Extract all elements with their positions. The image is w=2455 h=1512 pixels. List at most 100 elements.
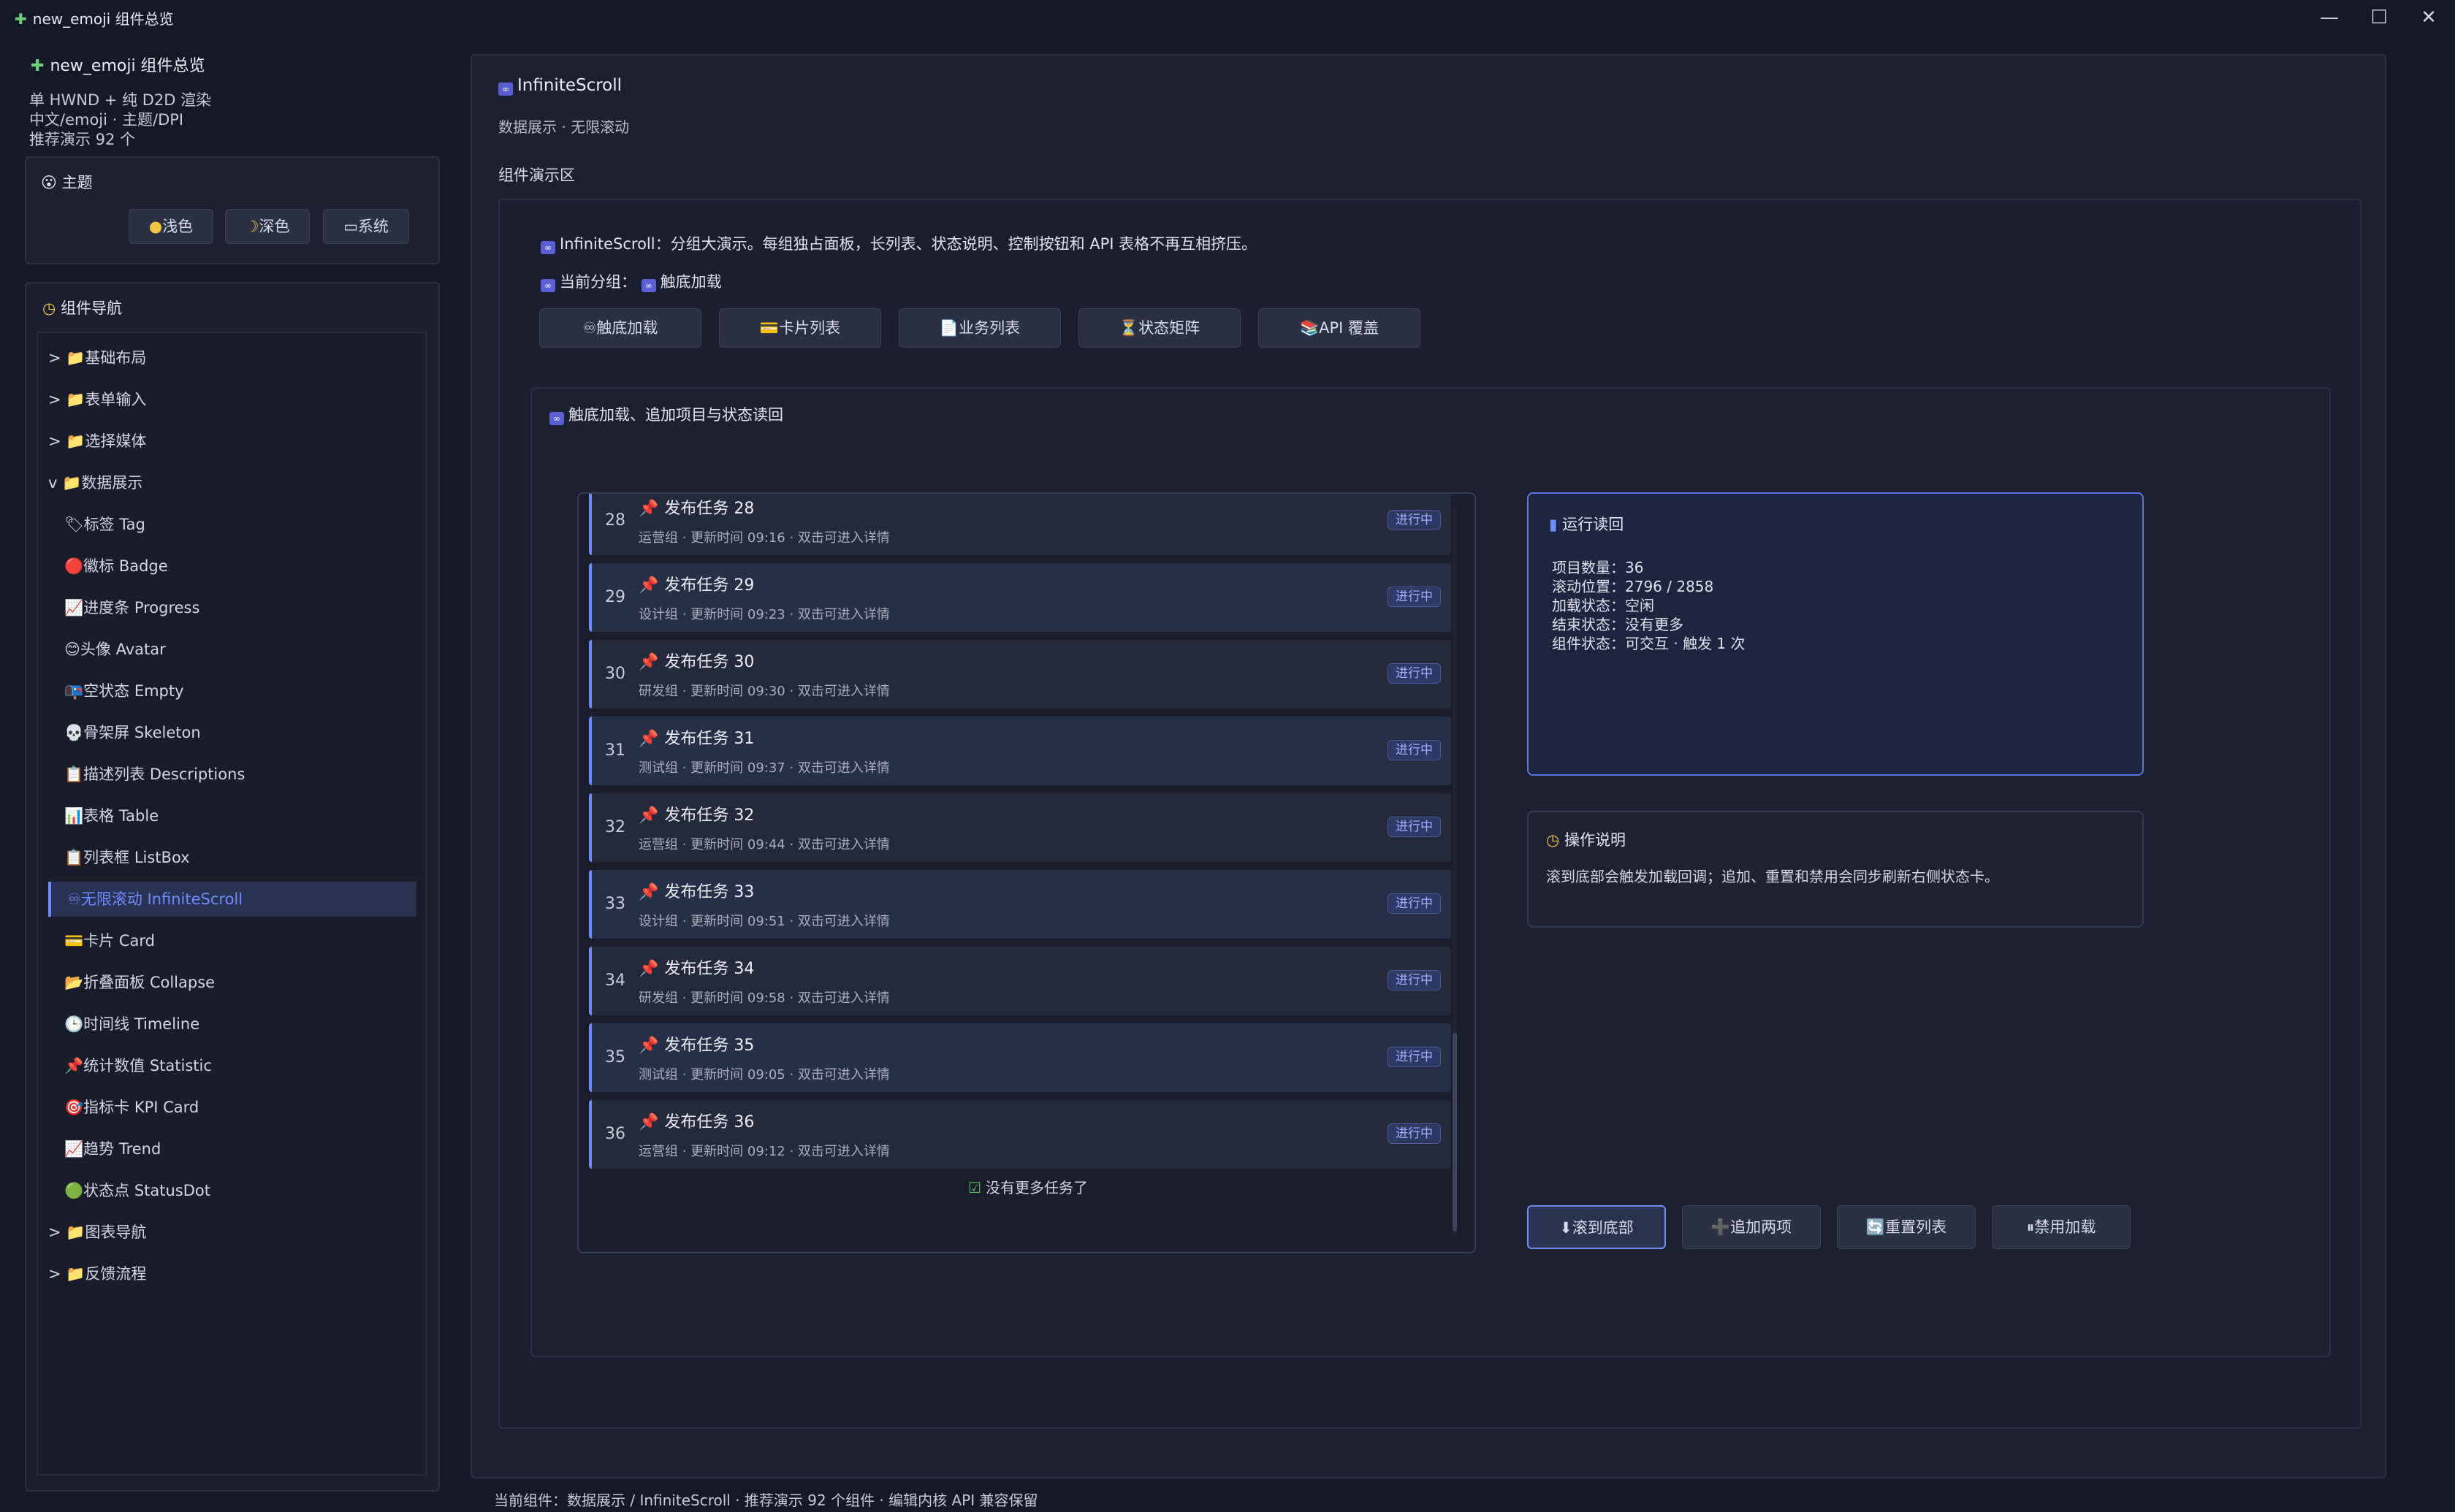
status-badge: 进行中 bbox=[1388, 587, 1441, 607]
sidebar-nav-item[interactable]: 📋列表框 ListBox bbox=[48, 840, 190, 875]
append-two-button[interactable]: ➕追加两项 bbox=[1682, 1205, 1821, 1249]
help-card: ◷ 操作说明 滚到底部会触发加载回调；追加、重置和禁用会同步刷新右侧状态卡。 bbox=[1527, 811, 2144, 928]
list-item[interactable]: 35 📌 发布任务 35 测试组 · 更新时间 09:05 · 双击可进入详情 进行中 bbox=[589, 1023, 1451, 1092]
status-badge: 进行中 bbox=[1388, 510, 1441, 530]
row-title: 📌 发布任务 35 bbox=[639, 1036, 755, 1055]
row-number: 33 bbox=[605, 895, 625, 913]
moon-icon: ☽ bbox=[245, 218, 259, 235]
theme-system-button[interactable]: ▭系统 bbox=[323, 209, 409, 244]
row-title: 📌 发布任务 31 bbox=[639, 730, 755, 748]
main-panel: ∞ InfiniteScroll 数据展示 · 无限滚动 组件演示区 ∞ Infin… bbox=[471, 54, 2386, 1478]
row-meta: 研发组 · 更新时间 09:58 · 双击可进入详情 bbox=[639, 990, 890, 1006]
sidebar-nav-item[interactable]: 📋描述列表 Descriptions bbox=[48, 757, 245, 792]
sidebar-nav-item[interactable]: 📈进度条 Progress bbox=[48, 590, 199, 625]
palette-icon: 😮 bbox=[41, 174, 62, 191]
row-title: 📌 发布任务 29 bbox=[639, 576, 755, 595]
sidebar-nav-item[interactable]: > 📁反馈流程 bbox=[48, 1256, 146, 1291]
nav-label: ◷ 组件导航 bbox=[42, 299, 122, 317]
sidebar-nav-item[interactable]: 🔴徽标 Badge bbox=[48, 549, 168, 584]
puzzle-icon: ✚ bbox=[15, 10, 27, 28]
pin-icon: 📌 bbox=[639, 883, 659, 901]
list-item[interactable]: 28 📌 发布任务 28 运营组 · 更新时间 09:16 · 双击可进入详情 进行中 bbox=[589, 494, 1451, 555]
row-number: 35 bbox=[605, 1048, 625, 1066]
window-title: ✚ new_emoji 组件总览 bbox=[15, 10, 174, 28]
row-number: 30 bbox=[605, 665, 625, 683]
row-title: 📌 发布任务 36 bbox=[639, 1113, 755, 1131]
row-meta: 运营组 · 更新时间 09:12 · 双击可进入详情 bbox=[639, 1144, 890, 1159]
sidebar-nav-item[interactable]: > 📁表单输入 bbox=[48, 382, 146, 417]
theme-dark-button[interactable]: ☽深色 bbox=[225, 209, 310, 244]
group-tab-business-list[interactable]: 📄业务列表 bbox=[899, 308, 1061, 348]
sun-icon: ● bbox=[148, 218, 163, 235]
theme-panel: 😮 主题 ●浅色 ☽深色 ▭系统 bbox=[25, 156, 440, 264]
sidebar-nav-item[interactable]: 🎯指标卡 KPI Card bbox=[48, 1090, 199, 1125]
sidebar-nav-item[interactable]: ♾无限滚动 InfiniteScroll bbox=[48, 882, 416, 917]
sidebar-nav-item[interactable]: 📈趋势 Trend bbox=[48, 1131, 161, 1167]
status-badge: 进行中 bbox=[1388, 970, 1441, 990]
group-tab-card-list[interactable]: 💳卡片列表 bbox=[719, 308, 881, 348]
info-line: 单 HWND + 纯 D2D 渲染 bbox=[29, 91, 212, 109]
sidebar-nav-item[interactable]: 📌统计数值 Statistic bbox=[48, 1048, 212, 1083]
theme-light-button[interactable]: ●浅色 bbox=[129, 209, 213, 244]
sidebar-nav-item[interactable]: 😊头像 Avatar bbox=[48, 632, 166, 667]
info-line: 中文/emoji · 主题/DPI bbox=[29, 111, 184, 129]
status-badge: 进行中 bbox=[1388, 1047, 1441, 1067]
intro-text: ∞ InfiniteScroll：分组大演示。每组独占面板，长列表、状态说明、控制… bbox=[541, 232, 1257, 254]
list-item[interactable]: 31 📌 发布任务 31 测试组 · 更新时间 09:37 · 双击可进入详情 进行中 bbox=[589, 717, 1451, 785]
row-number: 34 bbox=[605, 971, 625, 990]
scrollbar-thumb[interactable] bbox=[1453, 1033, 1457, 1232]
row-title: 📌 发布任务 28 bbox=[639, 500, 755, 518]
tablet-icon: ▮ bbox=[1549, 516, 1563, 533]
minimize-button[interactable]: — bbox=[2307, 3, 2351, 32]
status-badge: 进行中 bbox=[1388, 1123, 1441, 1144]
sidebar-nav-item[interactable]: 📊表格 Table bbox=[48, 798, 159, 833]
row-meta: 测试组 · 更新时间 09:37 · 双击可进入详情 bbox=[639, 760, 890, 776]
row-number: 31 bbox=[605, 741, 625, 760]
group-tab-bottom-load[interactable]: ♾触底加载 bbox=[539, 308, 701, 348]
sidebar: ✚ new_emoji 组件总览 单 HWND + 纯 D2D 渲染 中文/emo… bbox=[0, 34, 468, 1512]
sidebar-nav-item[interactable]: > 📁基础布局 bbox=[48, 340, 146, 375]
sidebar-nav-item[interactable]: 📭空状态 Empty bbox=[48, 673, 184, 709]
list-item[interactable]: 29 📌 发布任务 29 设计组 · 更新时间 09:23 · 双击可进入详情 进行中 bbox=[589, 563, 1451, 632]
sidebar-nav-item[interactable]: > 📁选择媒体 bbox=[48, 424, 146, 459]
card-title: ◷ 操作说明 bbox=[1546, 831, 1626, 849]
sidebar-nav-item[interactable]: 🏷标签 Tag bbox=[48, 507, 145, 542]
group-panel: ∞ 触底加载、追加项目与状态读回 28 📌 发布任务 28 运营组 · 更新时间 09:… bbox=[530, 387, 2331, 1357]
sidebar-nav-item[interactable]: v 📁数据展示 bbox=[48, 465, 142, 500]
sidebar-nav-item[interactable]: 🕒时间线 Timeline bbox=[48, 1007, 199, 1042]
info-line: 推荐演示 92 个 bbox=[29, 131, 136, 148]
row-meta: 运营组 · 更新时间 09:44 · 双击可进入详情 bbox=[639, 837, 890, 852]
check-icon: ☑ bbox=[968, 1179, 981, 1196]
list-item[interactable]: 32 📌 发布任务 32 运营组 · 更新时间 09:44 · 双击可进入详情 进行中 bbox=[589, 793, 1451, 862]
nav-panel: ◷ 组件导航 > 📁基础布局 > 📁表单输入 > 📁选择媒体 v 📁数据展示 🏷标签 T… bbox=[25, 282, 440, 1492]
scrollbar-track[interactable] bbox=[1453, 507, 1457, 1237]
page-title: ∞ InfiniteScroll bbox=[498, 76, 622, 96]
sidebar-nav-item[interactable]: 📂折叠面板 Collapse bbox=[48, 965, 215, 1000]
infinite-scroll-list[interactable]: 28 📌 发布任务 28 运营组 · 更新时间 09:16 · 双击可进入详情 进行中 2… bbox=[577, 492, 1476, 1253]
group-tab-state-matrix[interactable]: ⏳状态矩阵 bbox=[1078, 308, 1241, 348]
infinity-icon: ∞ bbox=[641, 279, 656, 292]
list-item[interactable]: 34 📌 发布任务 34 研发组 · 更新时间 09:58 · 双击可进入详情 进行中 bbox=[589, 947, 1451, 1015]
reset-list-button[interactable]: 🔄重置列表 bbox=[1837, 1205, 1976, 1249]
infinity-icon: ∞ bbox=[541, 279, 555, 292]
list-item[interactable]: 33 📌 发布任务 33 设计组 · 更新时间 09:51 · 双击可进入详情 进行中 bbox=[589, 870, 1451, 939]
puzzle-icon: ✚ bbox=[31, 57, 45, 75]
pin-icon: 📌 bbox=[639, 960, 659, 978]
panel-title: ∞ 触底加载、追加项目与状态读回 bbox=[549, 403, 783, 425]
render-info: 单 HWND + 纯 D2D 渲染 中文/emoji · 主题/DPI 推荐演示… bbox=[29, 91, 211, 150]
sidebar-nav-item[interactable]: 💳卡片 Card bbox=[48, 923, 155, 958]
pin-icon: 📌 bbox=[639, 500, 659, 518]
infinity-icon: ∞ bbox=[498, 83, 513, 96]
list-item[interactable]: 30 📌 发布任务 30 研发组 · 更新时间 09:30 · 双击可进入详情 进行中 bbox=[589, 640, 1451, 709]
group-tab-api-coverage[interactable]: 📚API 覆盖 bbox=[1258, 308, 1420, 348]
sidebar-nav-item[interactable]: > 📁图表导航 bbox=[48, 1215, 146, 1250]
list-item[interactable]: 36 📌 发布任务 36 运营组 · 更新时间 09:12 · 双击可进入详情 进行中 bbox=[589, 1100, 1451, 1169]
readback-lines: 项目数量：36 滚动位置：2796 / 2858 加载状态：空闲 结束状态：没有… bbox=[1552, 558, 1746, 653]
disable-load-button[interactable]: ⏸禁用加载 bbox=[1992, 1205, 2131, 1249]
scroll-to-bottom-button[interactable]: ⬇滚到底部 bbox=[1527, 1205, 1666, 1249]
maximize-button[interactable]: ☐ bbox=[2357, 3, 2401, 32]
sidebar-nav-item[interactable]: 💀骨架屏 Skeleton bbox=[48, 715, 201, 750]
sidebar-nav-item[interactable]: 🟢状态点 StatusDot bbox=[48, 1173, 210, 1208]
row-title: 📌 发布任务 32 bbox=[639, 806, 755, 825]
close-button[interactable]: ✕ bbox=[2407, 3, 2451, 32]
